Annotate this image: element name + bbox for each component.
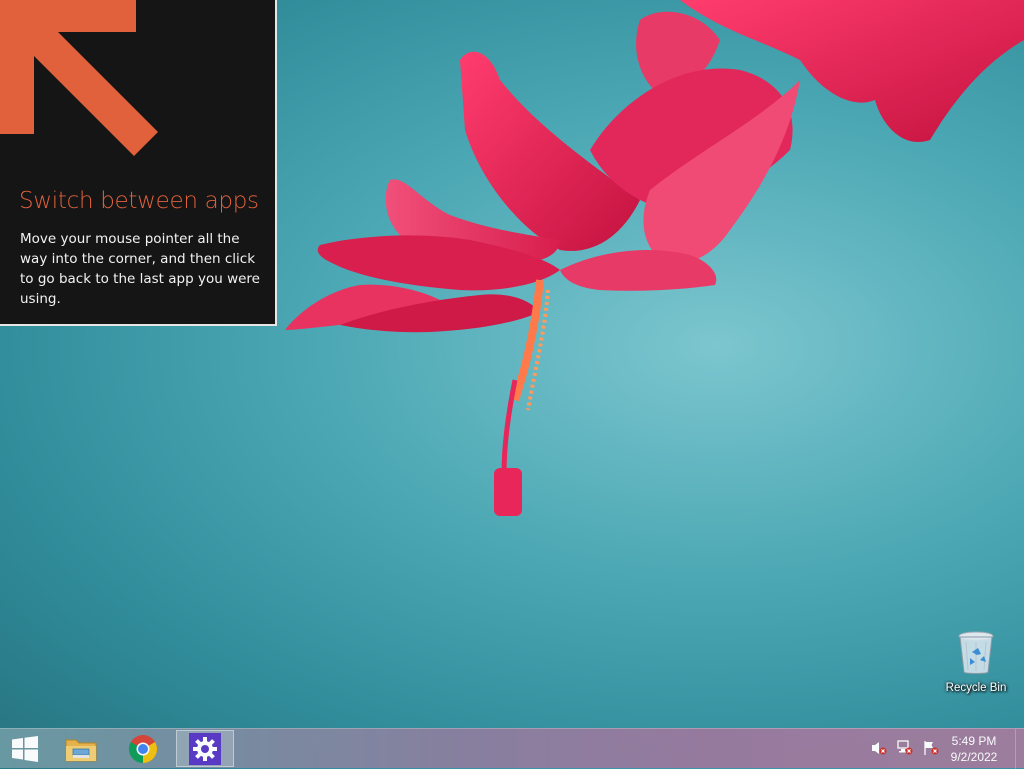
action-center-flag-icon[interactable] (922, 739, 940, 757)
folder-icon (65, 739, 97, 761)
chrome-button[interactable] (114, 730, 172, 767)
desktop[interactable]: Switch between apps Move your mouse poin… (0, 0, 1024, 728)
system-tray (870, 739, 940, 757)
show-desktop-button[interactable] (1015, 729, 1024, 769)
network-disconnected-icon[interactable] (896, 739, 914, 757)
windows-logo-icon (12, 735, 38, 762)
switch-apps-tip: Switch between apps Move your mouse poin… (0, 0, 277, 326)
tip-title: Switch between apps (19, 188, 259, 214)
chrome-icon (129, 734, 157, 763)
arrow-up-left-icon (0, 0, 158, 156)
gear-icon (189, 732, 221, 765)
start-button[interactable] (0, 730, 50, 767)
clock-date: 9/2/2022 (950, 750, 998, 764)
settings-button[interactable] (176, 730, 234, 767)
recycle-bin-icon (958, 631, 994, 674)
taskbar-clock[interactable]: 5:49 PM 9/2/2022 (942, 733, 1006, 765)
file-explorer-button[interactable] (52, 730, 110, 767)
tip-body: Move your mouse pointer all the way into… (20, 231, 260, 307)
taskbar: 5:49 PM 9/2/2022 (0, 728, 1024, 769)
volume-muted-icon[interactable] (870, 739, 888, 757)
recycle-bin-label: Recycle Bin (945, 682, 1007, 694)
clock-time: 5:49 PM (951, 734, 997, 748)
recycle-bin-shortcut[interactable]: Recycle Bin (938, 630, 1014, 694)
